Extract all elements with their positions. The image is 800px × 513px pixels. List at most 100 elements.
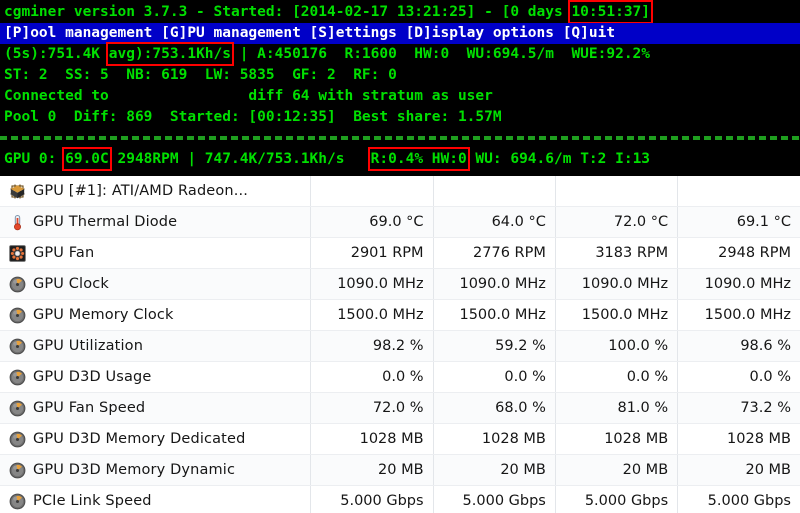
sensor-value-cell: 81.0 % bbox=[555, 392, 679, 424]
table-row[interactable]: PCIe Link Speed 5.000 Gbps 5.000 Gbps 5.000… bbox=[0, 485, 800, 513]
gauge-icon bbox=[9, 338, 26, 355]
gpu-sensor-table-body: GPU [#1]: ATI/AMD Radeon... GPU Thermal … bbox=[0, 176, 800, 513]
sensor-value-cell: 98.2 % bbox=[310, 330, 434, 362]
sensor-value-cell: 0.0 % bbox=[433, 361, 556, 393]
thermometer-icon bbox=[9, 214, 26, 231]
gauge-icon bbox=[9, 493, 26, 510]
table-row[interactable]: GPU D3D Memory Dynamic 20 MB 20 MB 20 MB 20 … bbox=[0, 454, 800, 486]
sensor-value-cell: 1500.0 MHz bbox=[310, 299, 434, 331]
sensor-value-cell: 0.0 % bbox=[555, 361, 679, 393]
gpu-sensor-table: GPU [#1]: ATI/AMD Radeon... GPU Thermal … bbox=[0, 176, 800, 513]
sensor-label-cell: GPU Thermal Diode bbox=[0, 206, 312, 238]
sensor-label-wrap: GPU Clock bbox=[9, 276, 301, 293]
sensor-value-cell: 68.0 % bbox=[433, 392, 556, 424]
sensor-value-cell: 5.000 Gbps bbox=[555, 485, 679, 513]
sensor-label-wrap: GPU D3D Usage bbox=[9, 369, 301, 386]
table-row[interactable]: GPU Fan 2901 RPM 2776 RPM 3183 RPM 2948 RPM bbox=[0, 237, 800, 269]
table-row[interactable]: GPU D3D Memory Dedicated 1028 MB 1028 MB 10… bbox=[0, 423, 800, 455]
sensor-label-cell: GPU D3D Memory Dedicated bbox=[0, 423, 312, 455]
sensor-label-text: GPU [#1]: ATI/AMD Radeon... bbox=[33, 183, 248, 199]
terminal-title-line: cgminer version 3.7.3 - Started: [2014-0… bbox=[4, 0, 800, 24]
hashrate-counters-text: | A:450176 R:1600 HW:0 WU:694.5/m WUE:92… bbox=[230, 46, 651, 62]
sensor-value-cell: 5.000 Gbps bbox=[677, 485, 800, 513]
uptime-highlight: 10:51:37] bbox=[568, 0, 653, 24]
table-row[interactable]: GPU Utilization 98.2 % 59.2 % 100.0 % 98.6 % bbox=[0, 330, 800, 362]
sensor-value-cell: 20 MB bbox=[677, 454, 800, 486]
hashrate-5s-text: (5s):751.4K bbox=[4, 46, 109, 62]
sensor-value-cell: 2948 RPM bbox=[677, 237, 800, 269]
gauge-icon bbox=[9, 400, 26, 417]
sensor-label-wrap: GPU D3D Memory Dynamic bbox=[9, 462, 301, 479]
sensor-value-cell: 69.0 °C bbox=[310, 206, 434, 238]
sensor-value-cell: 69.1 °C bbox=[677, 206, 800, 238]
terminal-menu-bar[interactable]: [P]ool management [G]PU management [S]et… bbox=[0, 23, 800, 44]
table-row[interactable]: GPU Fan Speed 72.0 % 68.0 % 81.0 % 73.2 % bbox=[0, 392, 800, 424]
terminal-menu-text: [P]ool management [G]PU management [S]et… bbox=[4, 25, 616, 41]
sensor-value-cell: 1090.0 MHz bbox=[677, 268, 800, 300]
gpu-reject-hw-highlight: R:0.4% HW:0 bbox=[367, 147, 470, 171]
sensor-value-cell: 0.0 % bbox=[677, 361, 800, 393]
sensor-value-cell: 2776 RPM bbox=[433, 237, 556, 269]
table-row[interactable]: GPU Clock 1090.0 MHz 1090.0 MHz 1090.0 MHz 1… bbox=[0, 268, 800, 300]
sensor-value-cell: 98.6 % bbox=[677, 330, 800, 362]
sensor-value-cell: 1500.0 MHz bbox=[433, 299, 556, 331]
sensor-value-cell: 3183 RPM bbox=[555, 237, 679, 269]
hashrate-avg-highlight: avg):753.1Kh/s bbox=[105, 42, 235, 66]
connected-pool-line: Connected to diff 64 with stratum as use… bbox=[4, 88, 493, 104]
sensor-value-cell: 73.2 % bbox=[677, 392, 800, 424]
sensor-value-cell: 0.0 % bbox=[310, 361, 434, 393]
sensor-value-cell: 1500.0 MHz bbox=[555, 299, 679, 331]
sensor-value-cell: 72.0 % bbox=[310, 392, 434, 424]
gpu-chip-icon bbox=[9, 183, 26, 200]
sensor-value-cell bbox=[433, 176, 556, 207]
sensor-label-wrap: GPU [#1]: ATI/AMD Radeon... bbox=[9, 183, 301, 200]
gpu-rpm-hash-text: 2948RPM | 747.4K/753.1Kh/s bbox=[108, 151, 371, 167]
sensor-value-cell: 2901 RPM bbox=[310, 237, 434, 269]
sensor-value-cell: 1090.0 MHz bbox=[433, 268, 556, 300]
sensor-label-cell: GPU [#1]: ATI/AMD Radeon... bbox=[0, 176, 312, 207]
table-row[interactable]: GPU Memory Clock 1500.0 MHz 1500.0 MHz 1500… bbox=[0, 299, 800, 331]
sensor-value-cell: 72.0 °C bbox=[555, 206, 679, 238]
sensor-label-wrap: PCIe Link Speed bbox=[9, 493, 301, 510]
terminal-title-text: cgminer version 3.7.3 - Started: [2014-0… bbox=[4, 4, 572, 20]
sensor-label-wrap: GPU Memory Clock bbox=[9, 307, 301, 324]
fan-icon bbox=[9, 244, 26, 262]
share-stats-line: ST: 2 SS: 5 NB: 619 LW: 5835 GF: 2 RF: 0 bbox=[4, 67, 397, 83]
sensor-label-cell: GPU Memory Clock bbox=[0, 299, 312, 331]
sensor-value-cell: 1028 MB bbox=[433, 423, 556, 455]
pool-summary-line: Pool 0 Diff: 869 Started: [00:12:35] Bes… bbox=[4, 109, 502, 125]
gpu-index-text: GPU 0: bbox=[4, 151, 66, 167]
sensor-value-cell: 5.000 Gbps bbox=[433, 485, 556, 513]
gauge-icon bbox=[9, 369, 26, 386]
table-row[interactable]: GPU D3D Usage 0.0 % 0.0 % 0.0 % 0.0 % bbox=[0, 361, 800, 393]
gpu-wu-text: WU: 694.6/m T:2 I:13 bbox=[466, 151, 651, 167]
sensor-value-cell: 20 MB bbox=[433, 454, 556, 486]
dashed-rule bbox=[0, 136, 800, 140]
sensor-label-text: GPU Thermal Diode bbox=[33, 214, 178, 230]
sensor-value-cell bbox=[677, 176, 800, 207]
sensor-label-text: GPU Fan bbox=[33, 245, 95, 261]
sensor-label-cell: GPU Clock bbox=[0, 268, 312, 300]
sensor-label-wrap: GPU Fan Speed bbox=[9, 400, 301, 417]
sensor-value-cell: 20 MB bbox=[310, 454, 434, 486]
table-row[interactable]: GPU [#1]: ATI/AMD Radeon... bbox=[0, 176, 800, 207]
sensor-label-cell: GPU Fan Speed bbox=[0, 392, 312, 424]
cgminer-terminal: cgminer version 3.7.3 - Started: [2014-0… bbox=[0, 0, 800, 176]
sensor-label-text: PCIe Link Speed bbox=[33, 493, 152, 509]
sensor-value-cell bbox=[555, 176, 679, 207]
sensor-label-cell: GPU D3D Memory Dynamic bbox=[0, 454, 312, 486]
sensor-value-cell: 100.0 % bbox=[555, 330, 679, 362]
gpu-status-line: GPU 0: 69.0C 2948RPM | 747.4K/753.1Kh/s … bbox=[4, 147, 800, 171]
table-row[interactable]: GPU Thermal Diode 69.0 °C 64.0 °C 72.0 °C 69… bbox=[0, 206, 800, 238]
sensor-label-text: GPU D3D Memory Dedicated bbox=[33, 431, 246, 447]
sensor-label-cell: GPU Fan bbox=[0, 237, 312, 269]
sensor-label-cell: PCIe Link Speed bbox=[0, 485, 312, 513]
sensor-label-text: GPU Memory Clock bbox=[33, 307, 174, 323]
sensor-label-wrap: GPU Fan bbox=[9, 244, 301, 262]
sensor-value-cell: 59.2 % bbox=[433, 330, 556, 362]
sensor-value-cell: 5.000 Gbps bbox=[310, 485, 434, 513]
sensor-value-cell: 64.0 °C bbox=[433, 206, 556, 238]
sensor-value-cell: 20 MB bbox=[555, 454, 679, 486]
sensor-value-cell: 1028 MB bbox=[555, 423, 679, 455]
gauge-icon bbox=[9, 462, 26, 479]
